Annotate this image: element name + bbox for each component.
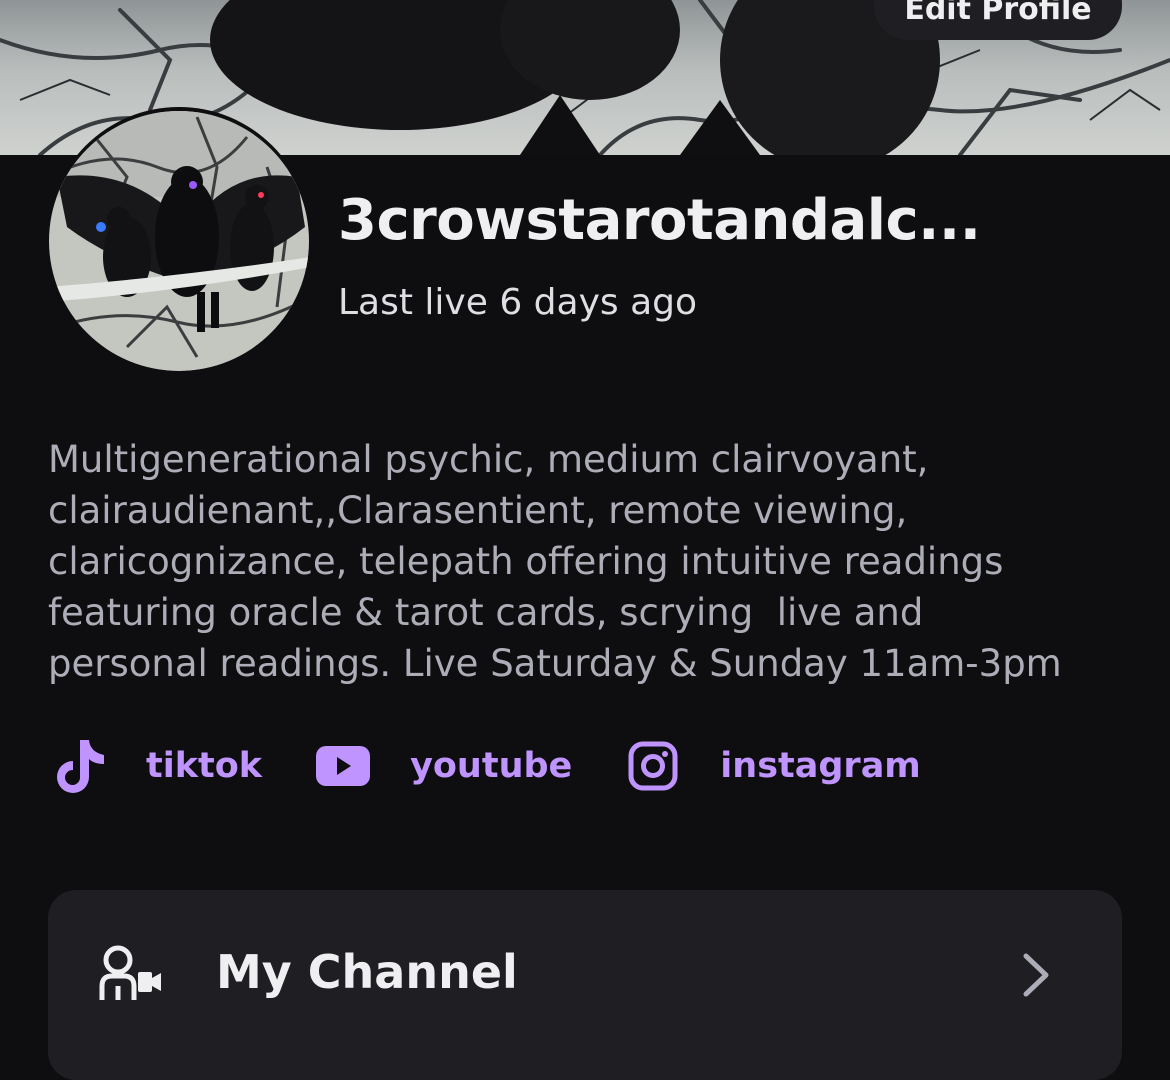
channel-name: 3crowstarotandalc... <box>338 188 981 253</box>
social-label-youtube: youtube <box>410 746 573 786</box>
tiktok-icon <box>48 735 110 797</box>
my-channel-row[interactable]: My Channel <box>48 890 1122 1080</box>
my-channel-label: My Channel <box>216 945 518 999</box>
social-label-instagram: instagram <box>720 746 921 786</box>
social-link-instagram[interactable]: instagram <box>622 735 921 797</box>
chevron-right-icon <box>1016 952 1056 998</box>
edit-profile-button[interactable]: Edit Profile <box>874 0 1122 40</box>
social-link-tiktok[interactable]: tiktok <box>48 735 262 797</box>
social-link-youtube[interactable]: youtube <box>312 735 572 797</box>
last-live-status: Last live 6 days ago <box>338 282 698 323</box>
avatar[interactable] <box>47 107 311 371</box>
channel-bio: Multigenerational psychic, medium clairv… <box>48 438 1062 685</box>
youtube-icon <box>312 735 374 797</box>
channel-user-camera-icon <box>98 942 164 1008</box>
social-links: tiktok youtube instagram <box>48 730 971 802</box>
instagram-icon <box>622 735 684 797</box>
crow-avatar-image <box>49 111 309 371</box>
social-label-tiktok: tiktok <box>146 746 263 786</box>
